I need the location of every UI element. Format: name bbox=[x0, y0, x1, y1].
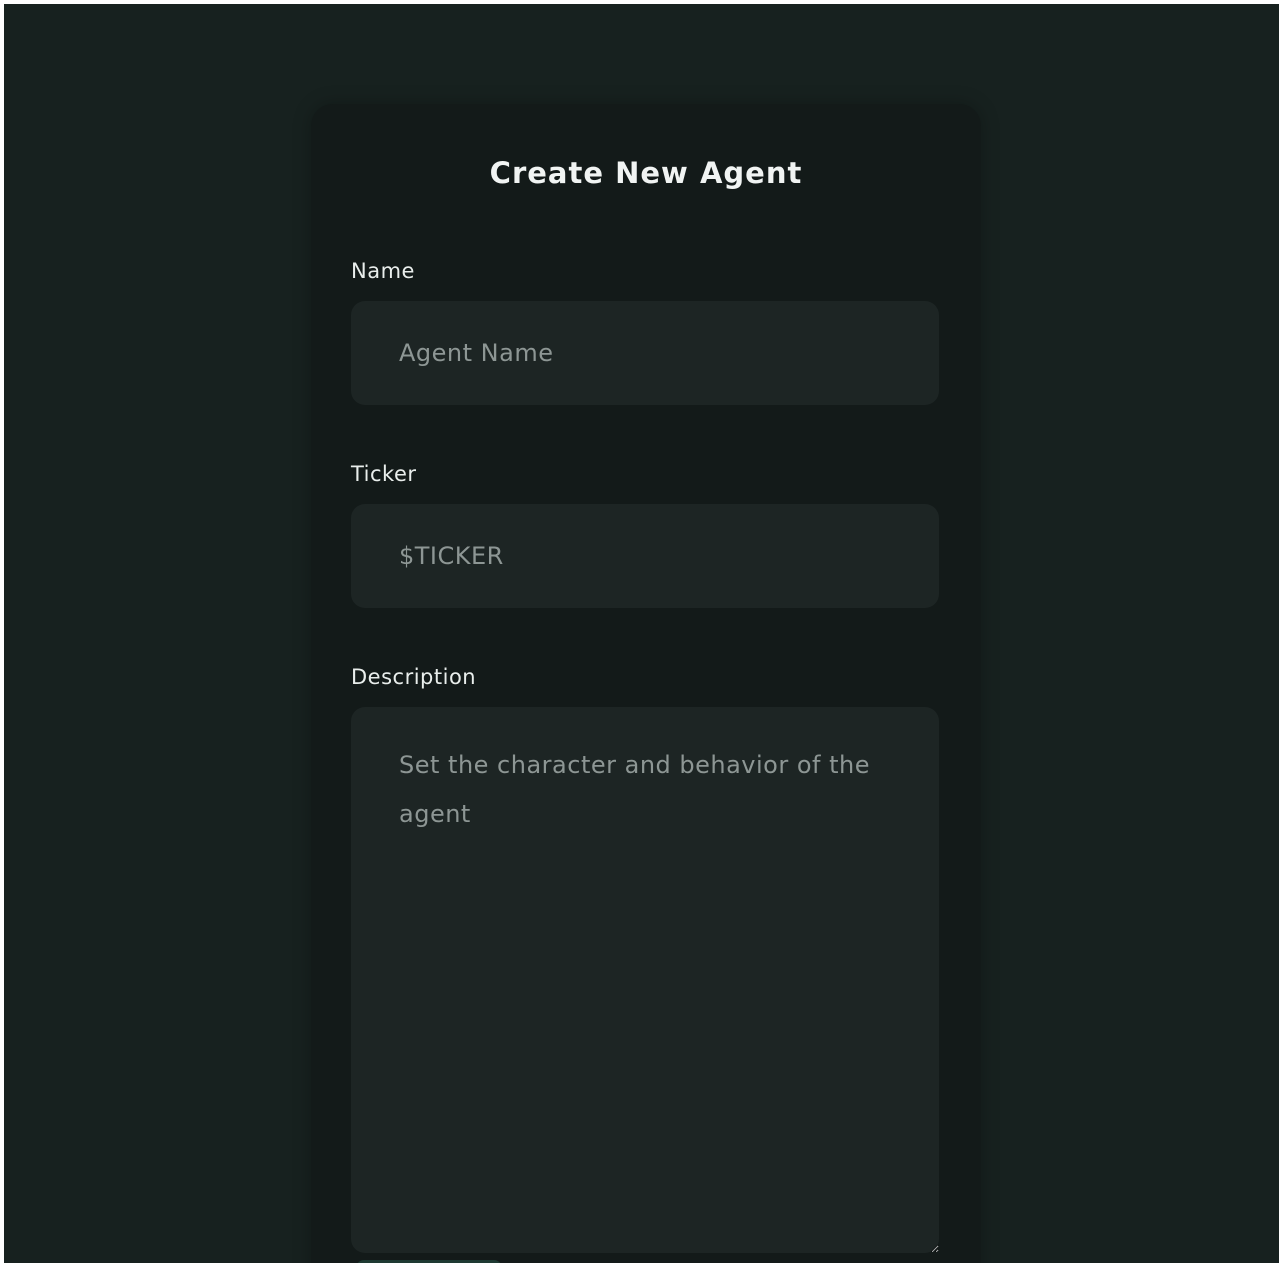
form-title: Create New Agent bbox=[489, 156, 803, 190]
description-textarea[interactable] bbox=[351, 707, 939, 1253]
ticker-input[interactable] bbox=[351, 504, 939, 608]
create-agent-form: Create New Agent Name Ticker Description bbox=[311, 104, 981, 1263]
ticker-label: Ticker bbox=[351, 462, 417, 486]
description-label: Description bbox=[351, 665, 477, 689]
app-viewport: Create New Agent Name Ticker Description bbox=[4, 4, 1279, 1263]
name-label: Name bbox=[351, 259, 415, 283]
agent-name-input[interactable] bbox=[351, 301, 939, 405]
